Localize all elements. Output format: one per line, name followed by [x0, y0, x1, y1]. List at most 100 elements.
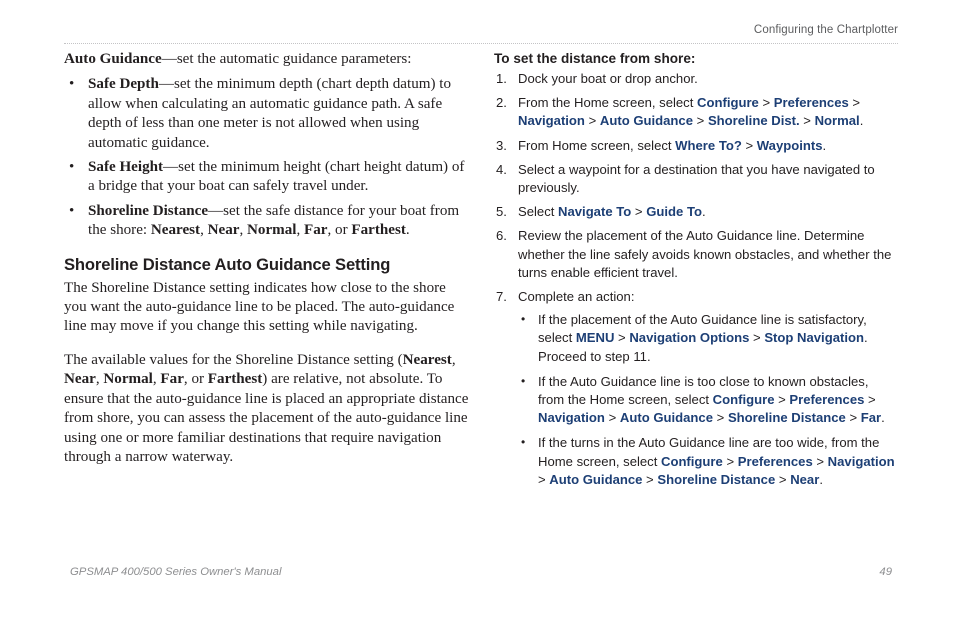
- separator: >: [713, 410, 728, 426]
- step-number: 2.: [496, 95, 507, 111]
- step-text-a: From the Home screen, select: [518, 95, 698, 111]
- separator: >: [584, 113, 600, 129]
- ui-term-stop-navigation: Stop Navigation: [764, 330, 864, 346]
- ui-term-shoreline-distance: Shoreline Distance: [657, 471, 776, 487]
- separator: >: [604, 410, 620, 426]
- safe-depth-term: Safe Depth: [88, 76, 159, 93]
- list-item: 3. From Home screen, select Where To? > …: [494, 137, 898, 155]
- separator: >: [799, 113, 815, 129]
- bullet-icon: •: [521, 312, 526, 327]
- value-far: Far: [304, 222, 328, 239]
- ui-term-auto-guidance: Auto Guidance: [549, 471, 643, 487]
- sep: , or: [183, 371, 208, 388]
- ui-term-where-to: Where To?: [675, 137, 742, 153]
- safe-height-term: Safe Height: [88, 159, 164, 176]
- shoreline-paragraph-1: The Shoreline Distance setting indicates…: [64, 279, 455, 335]
- separator: >: [864, 392, 876, 408]
- step-number: 4.: [496, 161, 507, 177]
- page-header: Configuring the Chartplotter: [64, 24, 898, 44]
- separator: >: [722, 453, 738, 469]
- sep: ,: [451, 351, 456, 368]
- value-farthest: Farthest: [207, 371, 263, 388]
- sep: ,: [239, 222, 248, 239]
- step-number: 6.: [496, 228, 507, 244]
- sep: .: [405, 222, 410, 239]
- auto-guidance-parameter-list: • Safe Depth—set the minimum depth (char…: [64, 75, 472, 240]
- list-item: • Safe Height—set the minimum height (ch…: [64, 158, 472, 197]
- bullet-icon: •: [69, 159, 75, 176]
- step-number: 3.: [496, 137, 507, 153]
- value-near: Near: [207, 222, 240, 239]
- separator: >: [631, 204, 647, 220]
- list-item: 4. Select a waypoint for a destination t…: [494, 161, 898, 197]
- auto-guidance-term: Auto Guidance: [64, 51, 162, 67]
- separator: >: [758, 95, 774, 111]
- ui-term-waypoints: Waypoints: [756, 137, 823, 153]
- value-normal: Normal: [103, 371, 153, 388]
- ui-term-navigation: Navigation: [538, 410, 605, 426]
- ui-term-configure: Configure: [712, 392, 775, 408]
- list-item: • Shoreline Distance—set the safe distan…: [64, 202, 472, 241]
- list-item: 2. From the Home screen, select Configur…: [494, 94, 898, 130]
- procedure-title: To set the distance from shore:: [494, 51, 696, 66]
- step-number: 1.: [496, 71, 507, 86]
- shoreline-distance-term: Shoreline Distance: [88, 202, 209, 219]
- ui-term-navigation: Navigation: [827, 453, 895, 469]
- step-text: Dock your boat or drop anchor.: [518, 71, 698, 86]
- step-text: Complete an action:: [518, 289, 635, 305]
- procedure-steps: 1. Dock your boat or drop anchor. 2. Fro…: [494, 70, 898, 489]
- auto-guidance-lead: Auto Guidance—set the automatic guidance…: [64, 50, 472, 69]
- section-heading: Shoreline Distance Auto Guidance Setting: [64, 254, 391, 274]
- ui-term-near: Near: [790, 471, 820, 487]
- substep-text: If the Auto Guidance line is too close t…: [538, 374, 885, 425]
- substep-text: If the placement of the Auto Guidance li…: [538, 312, 868, 363]
- ui-term-navigation: Navigation: [518, 113, 585, 129]
- separator: >: [642, 471, 658, 487]
- separator: >: [741, 137, 757, 153]
- left-column: Auto Guidance—set the automatic guidance…: [64, 50, 472, 467]
- para2-a: The available values for the Shoreline D…: [64, 351, 403, 368]
- ui-term-menu: MENU: [575, 330, 615, 346]
- ui-term-navigate-to: Navigate To: [558, 204, 632, 220]
- step-text: From the Home screen, select Configure >…: [518, 95, 863, 128]
- separator: >: [812, 453, 828, 469]
- bullet-icon: •: [69, 202, 75, 219]
- list-item: 6. Review the placement of the Auto Guid…: [494, 227, 898, 282]
- ui-term-auto-guidance: Auto Guidance: [619, 410, 713, 426]
- list-item: 7. Complete an action: • If the placemen…: [494, 288, 898, 489]
- list-item: • Safe Depth—set the minimum depth (char…: [64, 75, 472, 153]
- separator: >: [538, 471, 550, 487]
- step-text-b: .: [822, 137, 827, 153]
- step-text-a: From Home screen, select: [518, 137, 676, 153]
- ui-term-auto-guidance: Auto Guidance: [599, 113, 693, 129]
- separator: >: [775, 471, 791, 487]
- header-title: Configuring the Chartplotter: [753, 24, 898, 36]
- separator: >: [693, 113, 708, 129]
- separator: >: [848, 95, 861, 111]
- list-item: • If the Auto Guidance line is too close…: [518, 373, 898, 428]
- ui-term-preferences: Preferences: [789, 392, 865, 408]
- ui-term-far: Far: [860, 410, 882, 426]
- separator: >: [749, 330, 765, 346]
- list-item: • If the placement of the Auto Guidance …: [518, 311, 898, 366]
- ui-term-shoreline-dist: Shoreline Dist.: [707, 113, 800, 129]
- bullet-icon: •: [69, 76, 75, 93]
- step-text-b: .: [859, 113, 864, 129]
- step-number: 7.: [496, 289, 507, 305]
- header-divider: [64, 43, 898, 45]
- value-normal: Normal: [247, 222, 297, 239]
- step-number: 5.: [496, 204, 507, 220]
- value-farthest: Farthest: [351, 222, 406, 239]
- step-text: From Home screen, select Where To? > Way…: [518, 138, 826, 153]
- right-column: To set the distance from shore: 1. Dock …: [494, 50, 898, 489]
- substep-text-b: .: [819, 471, 823, 487]
- step-text: Review the placement of the Auto Guidanc…: [518, 228, 892, 280]
- list-item: • If the turns in the Auto Guidance line…: [518, 434, 898, 489]
- step-7-actions: • If the placement of the Auto Guidance …: [518, 311, 898, 489]
- sep: , or: [327, 222, 352, 239]
- bullet-icon: •: [521, 373, 526, 388]
- manual-page: Configuring the Chartplotter Auto Guidan…: [0, 0, 954, 618]
- ui-term-configure: Configure: [660, 453, 723, 469]
- step-text-b: .: [701, 204, 706, 220]
- value-nearest: Nearest: [402, 351, 452, 368]
